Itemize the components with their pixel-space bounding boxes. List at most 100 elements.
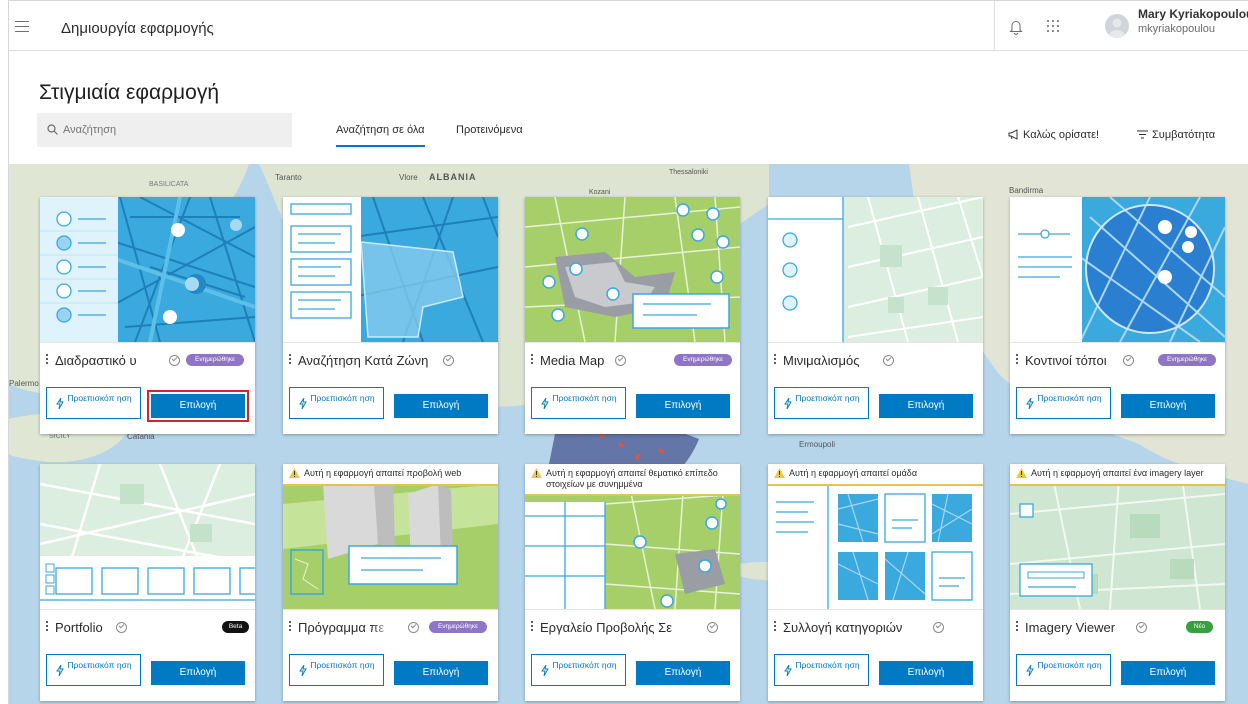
map-label-sicily: SICILY: [49, 433, 71, 440]
preview-button[interactable]: Προεπισκόπ ηση: [774, 387, 869, 419]
select-button[interactable]: Επιλογή: [394, 394, 488, 418]
search-input[interactable]: [63, 121, 273, 139]
template-card-program[interactable]: Αυτή η εφαρμογή απαιτεί προβολή web Πρόγ…: [283, 464, 498, 701]
lightning-icon: [541, 398, 549, 409]
status-badge: Ενημερώθηκε: [674, 354, 732, 366]
select-button[interactable]: Επιλογή: [879, 394, 973, 418]
preview-button[interactable]: Προεπισκόπ ηση: [46, 654, 141, 686]
requirement-warning: Αυτή η εφαρμογή απαιτεί ομάδα: [768, 464, 983, 486]
preview-label: Προεπισκόπ ηση: [552, 660, 617, 670]
select-button[interactable]: Επιλογή: [394, 661, 488, 685]
select-button[interactable]: Επιλογή: [879, 661, 973, 685]
app-launcher-icon[interactable]: [1047, 20, 1061, 34]
info-icon[interactable]: [408, 622, 419, 633]
status-badge: Beta: [222, 621, 249, 633]
template-card-minimalist[interactable]: Μινιμαλισμός Προεπισκόπ ηση Επιλογή: [768, 197, 983, 434]
compatibility-filter[interactable]: Συμβατότητα: [1137, 129, 1215, 141]
template-card-attachment-viewer[interactable]: Αυτή η εφαρμογή απαιτεί θεματικό επίπεδο…: [525, 464, 740, 701]
requirement-warning: Αυτή η εφαρμογή απαιτεί θεματικό επίπεδο…: [525, 464, 740, 496]
template-card-portfolio[interactable]: Portfolio Beta Προεπισκόπ ηση Επιλογή: [40, 464, 255, 701]
select-button[interactable]: Επιλογή: [1121, 394, 1215, 418]
warning-icon: [1016, 468, 1027, 478]
bell-icon[interactable]: [1009, 19, 1023, 35]
card-title: Εργαλείο Προβολής Σε: [540, 620, 673, 635]
template-card-imagery-viewer[interactable]: Αυτή η εφαρμογή απαιτεί ένα imagery laye…: [1010, 464, 1225, 701]
template-card-interactive[interactable]: Διαδραστικό υ Ενημερώθηκε Προεπισκόπ ηση…: [40, 197, 255, 434]
card-title: Διαδραστικό υ: [55, 353, 137, 368]
select-button[interactable]: Επιλογή: [636, 661, 730, 685]
status-badge: Ενημερώθηκε: [1158, 354, 1216, 366]
info-icon[interactable]: [707, 622, 718, 633]
preview-button[interactable]: Προεπισκόπ ηση: [46, 387, 141, 419]
select-button[interactable]: Επιλογή: [151, 661, 245, 685]
info-icon[interactable]: [615, 355, 626, 366]
card-title: Μινιμαλισμός: [783, 353, 860, 368]
lightning-icon: [541, 665, 549, 676]
preview-button[interactable]: Προεπισκόπ ηση: [1016, 387, 1111, 419]
info-icon[interactable]: [1136, 622, 1147, 633]
lightning-icon: [299, 398, 307, 409]
more-options-icon[interactable]: [289, 621, 292, 633]
template-card-category-gallery[interactable]: Αυτή η εφαρμογή απαιτεί ομάδα Συλλογή κα…: [768, 464, 983, 701]
info-icon[interactable]: [1123, 355, 1134, 366]
more-options-icon[interactable]: [1016, 621, 1019, 633]
avatar[interactable]: [1105, 14, 1129, 38]
card-title: Συλλογή κατηγοριών: [783, 620, 903, 635]
select-button[interactable]: Επιλογή: [1121, 661, 1215, 685]
card-header: Imagery Viewer Νέο: [1010, 609, 1225, 644]
template-card-media-map[interactable]: Media Map Ενημερώθηκε Προεπισκόπ ηση Επι…: [525, 197, 740, 434]
tab-search-all[interactable]: Αναζήτηση σε όλα: [336, 124, 425, 147]
user-name[interactable]: Mary Kyriakopoulou: [1138, 7, 1248, 21]
warning-text: Αυτή η εφαρμογή απαιτεί ομάδα: [789, 468, 918, 478]
template-card-zone-lookup[interactable]: Αναζήτηση Κατά Ζώνη Προεπισκόπ ηση Επιλο…: [283, 197, 498, 434]
card-thumbnail: Αυτή η εφαρμογή απαιτεί προβολή web: [283, 464, 498, 609]
card-title: Media Map: [540, 353, 605, 368]
card-thumbnail: [40, 197, 255, 342]
more-options-icon[interactable]: [1016, 354, 1019, 366]
preview-label: Προεπισκόπ ηση: [795, 660, 860, 670]
compatibility-label: Συμβατότητα: [1152, 129, 1216, 141]
info-icon[interactable]: [169, 355, 180, 366]
user-area: Mary Kyriakopoulou mkyriakopoulou: [994, 1, 1248, 51]
preview-button[interactable]: Προεπισκόπ ηση: [289, 387, 384, 419]
info-icon[interactable]: [883, 355, 894, 366]
welcome-link[interactable]: Καλώς ορίσατε!: [1008, 129, 1099, 141]
search-box[interactable]: [37, 113, 292, 147]
more-options-icon[interactable]: [46, 621, 49, 633]
card-header: Αναζήτηση Κατά Ζώνη: [283, 342, 498, 377]
more-options-icon[interactable]: [531, 621, 534, 633]
more-options-icon[interactable]: [289, 354, 292, 366]
preview-button[interactable]: Προεπισκόπ ηση: [1016, 654, 1111, 686]
info-icon[interactable]: [443, 355, 454, 366]
info-icon[interactable]: [116, 622, 127, 633]
menu-icon[interactable]: [15, 21, 29, 32]
preview-button[interactable]: Προεπισκόπ ηση: [531, 654, 626, 686]
search-icon: [47, 124, 58, 135]
more-options-icon[interactable]: [531, 354, 534, 366]
preview-button[interactable]: Προεπισκόπ ηση: [774, 654, 869, 686]
card-thumbnail: Αυτή η εφαρμογή απαιτεί θεματικό επίπεδο…: [525, 464, 740, 609]
more-options-icon[interactable]: [46, 354, 49, 366]
tab-recommended[interactable]: Προτεινόμενα: [456, 124, 523, 136]
select-button[interactable]: Επιλογή: [636, 394, 730, 418]
map-label-taranto: Taranto: [275, 173, 302, 182]
card-header: Μινιμαλισμός: [768, 342, 983, 377]
map-label-albania: ALBANIA: [429, 172, 477, 182]
more-options-icon[interactable]: [774, 621, 777, 633]
more-options-icon[interactable]: [774, 354, 777, 366]
preview-button[interactable]: Προεπισκόπ ηση: [531, 387, 626, 419]
warning-text: Αυτή η εφαρμογή απαιτεί ένα imagery laye…: [1031, 468, 1204, 478]
preview-button[interactable]: Προεπισκόπ ηση: [289, 654, 384, 686]
select-button[interactable]: Επιλογή: [147, 390, 249, 422]
preview-label: Προεπισκόπ ηση: [795, 393, 860, 403]
lightning-icon: [56, 398, 64, 409]
preview-label: Προεπισκόπ ηση: [67, 393, 132, 403]
card-header: Διαδραστικό υ Ενημερώθηκε: [40, 342, 255, 377]
preview-label: Προεπισκόπ ηση: [1037, 393, 1102, 403]
info-icon[interactable]: [933, 622, 944, 633]
preview-label: Προεπισκόπ ηση: [1037, 660, 1102, 670]
map-label-thessaloniki: Thessaloniki: [669, 169, 708, 176]
app-title: Δημιουργία εφαρμογής: [61, 20, 214, 37]
template-card-nearby[interactable]: Κοντινοί τόποι Ενημερώθηκε Προεπισκόπ ησ…: [1010, 197, 1225, 434]
map-label-bandirma: Bandirma: [1009, 186, 1044, 195]
